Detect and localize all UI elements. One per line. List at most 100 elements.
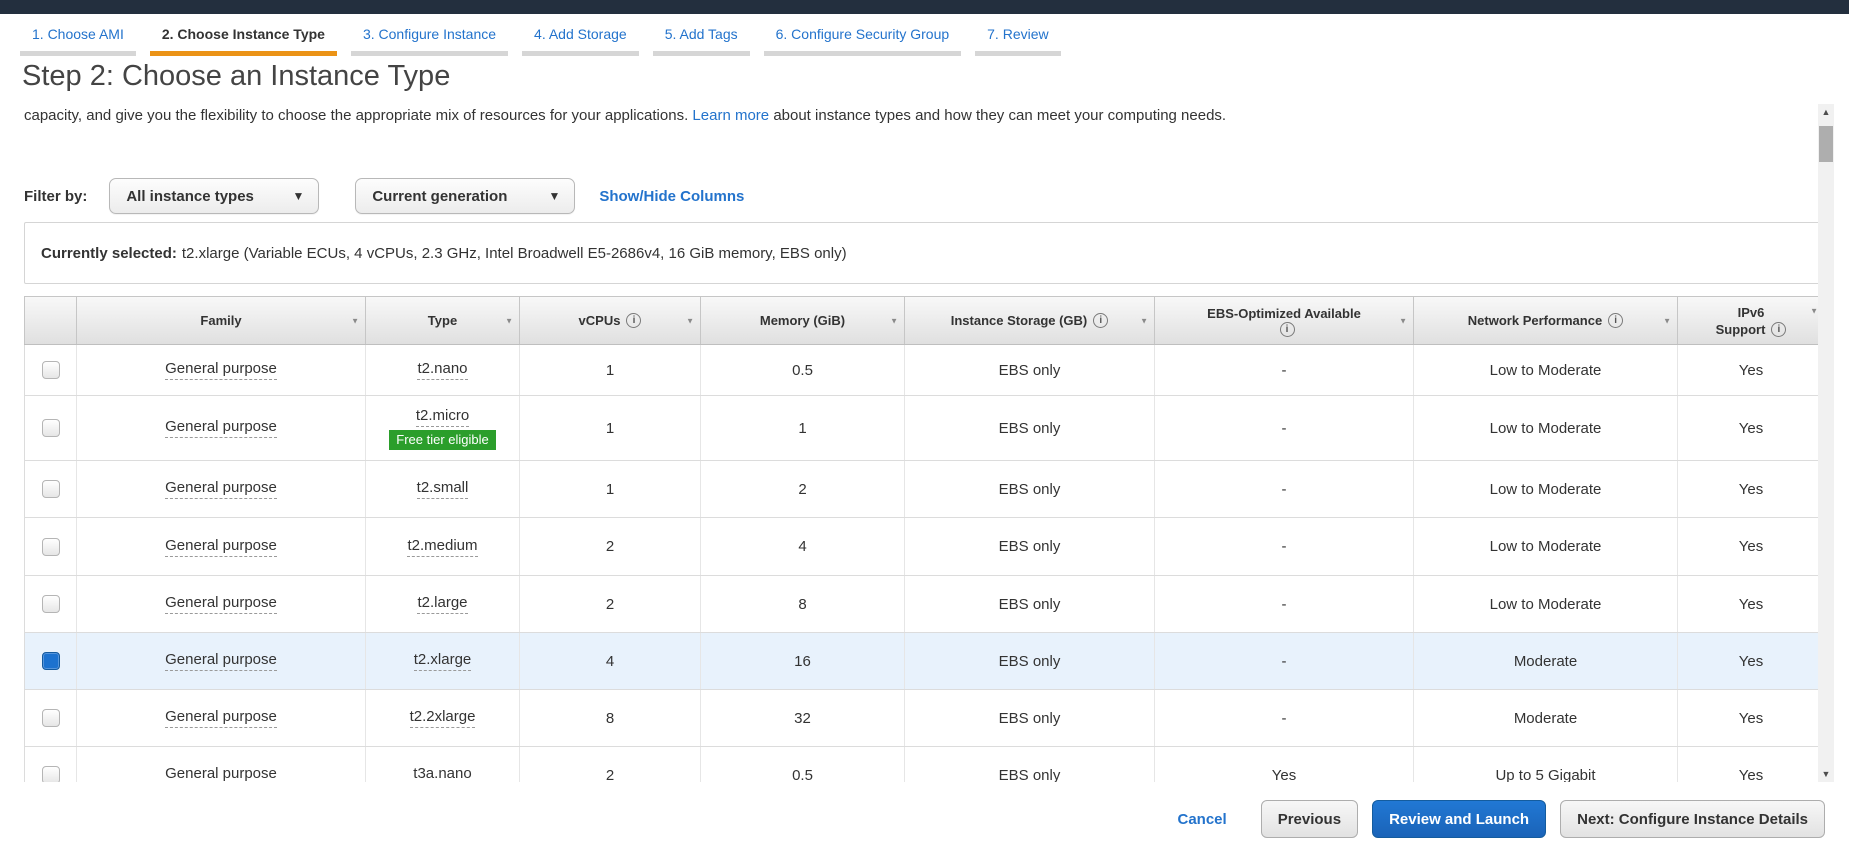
row-select-checkbox[interactable] bbox=[41, 766, 60, 782]
network-value: Up to 5 Gigabit bbox=[1495, 766, 1596, 783]
column-label-line2: Support bbox=[1715, 321, 1766, 337]
table-row-t2.micro: General purpose t2.micro Free tier eligibl… bbox=[24, 396, 1825, 461]
family-label[interactable]: General purpose bbox=[165, 594, 277, 614]
tab-5-add-tags[interactable]: 5. Add Tags bbox=[652, 14, 750, 56]
table-cell-select bbox=[24, 345, 77, 395]
table-cell-type: t2.xlarge bbox=[366, 633, 520, 689]
table-cell-family: General purpose bbox=[77, 345, 366, 395]
family-label[interactable]: General purpose bbox=[165, 765, 277, 782]
family-label[interactable]: General purpose bbox=[165, 708, 277, 728]
column-label: Type bbox=[427, 313, 458, 328]
scrollbar-thumb[interactable] bbox=[1819, 126, 1833, 162]
tab-2-choose-instance-type[interactable]: 2. Choose Instance Type bbox=[149, 14, 337, 56]
column-header-family[interactable]: Family ▼ bbox=[77, 297, 366, 344]
table-cell-ipv6: Yes bbox=[1678, 576, 1825, 632]
table-cell-ebs-optimized: - bbox=[1155, 633, 1414, 689]
info-icon[interactable]: i bbox=[626, 313, 642, 328]
family-label[interactable]: General purpose bbox=[165, 360, 277, 380]
table-cell-vcpus: 2 bbox=[520, 518, 701, 575]
instance-type-label[interactable]: t2.xlarge bbox=[413, 651, 472, 671]
ebs-optimized-value: - bbox=[1281, 595, 1287, 613]
storage-value: EBS only bbox=[998, 652, 1061, 670]
table-cell-family: General purpose bbox=[77, 576, 366, 632]
table-row-t2.small: General purpose t2.small 1 2 EBS only - Low to… bbox=[24, 461, 1825, 518]
family-label[interactable]: General purpose bbox=[165, 651, 277, 671]
row-select-checkbox[interactable] bbox=[41, 537, 60, 556]
ebs-optimized-value: - bbox=[1281, 538, 1287, 555]
sort-arrow-icon: ▼ bbox=[351, 316, 359, 325]
column-label: vCPUs bbox=[578, 313, 621, 328]
description-line2-text: capacity, and give you the flexibility t… bbox=[24, 107, 689, 124]
table-cell-memory: 8 bbox=[701, 576, 905, 632]
row-select-checkbox[interactable] bbox=[41, 419, 60, 437]
family-label[interactable]: General purpose bbox=[165, 537, 277, 557]
table-cell-storage: EBS only bbox=[905, 345, 1155, 395]
column-header-network[interactable]: Network Performance i ▼ bbox=[1414, 297, 1678, 344]
table-row-t2.xlarge: General purpose t2.xlarge 4 16 EBS only - Mode… bbox=[24, 633, 1825, 690]
info-icon[interactable]: i bbox=[1608, 313, 1624, 328]
info-icon[interactable]: i bbox=[1771, 321, 1787, 337]
family-label[interactable]: General purpose bbox=[165, 418, 277, 438]
column-header-storage[interactable]: Instance Storage (GB) i ▼ bbox=[905, 297, 1155, 344]
table-cell-memory: 0.5 bbox=[701, 747, 905, 782]
ebs-optimized-value: - bbox=[1281, 652, 1287, 670]
instance-type-label[interactable]: t3a.nano bbox=[413, 765, 471, 782]
console-top-bar bbox=[0, 0, 1849, 14]
vcpus-value: 2 bbox=[605, 595, 615, 613]
family-label[interactable]: General purpose bbox=[165, 479, 277, 499]
column-header-ebs_optimized[interactable]: EBS-Optimized Available i ▼ bbox=[1155, 297, 1414, 344]
tab-1-choose-ami[interactable]: 1. Choose AMI bbox=[20, 14, 136, 56]
column-header-vcpus[interactable]: vCPUs i ▼ bbox=[520, 297, 701, 344]
next-configure-instance-details-button[interactable]: Next: Configure Instance Details bbox=[1560, 800, 1825, 838]
info-icon[interactable]: i bbox=[1279, 321, 1295, 337]
tab-3-configure-instance[interactable]: 3. Configure Instance bbox=[350, 14, 509, 56]
wizard-footer: Cancel Previous Review and Launch Next: … bbox=[1177, 800, 1825, 838]
learn-more-link[interactable]: Learn more bbox=[692, 107, 769, 124]
instance-type-filter-value: All instance types bbox=[126, 187, 254, 205]
table-cell-network: Low to Moderate bbox=[1414, 518, 1678, 575]
instance-type-label[interactable]: t2.large bbox=[417, 594, 468, 614]
filter-by-label: Filter by: bbox=[24, 187, 88, 205]
table-cell-type: t3a.nano bbox=[366, 747, 520, 782]
row-select-checkbox[interactable] bbox=[41, 361, 60, 379]
review-and-launch-button[interactable]: Review and Launch bbox=[1372, 800, 1547, 838]
generation-filter-dropdown[interactable]: Current generation ▼ bbox=[355, 178, 576, 214]
tab-6-configure-security-group[interactable]: 6. Configure Security Group bbox=[763, 14, 962, 56]
sort-arrow-icon: ▼ bbox=[890, 316, 898, 325]
table-cell-vcpus: 2 bbox=[520, 576, 701, 632]
storage-value: EBS only bbox=[998, 595, 1061, 613]
instance-type-label[interactable]: t2.micro bbox=[415, 407, 470, 427]
instance-type-filter-dropdown[interactable]: All instance types ▼ bbox=[109, 178, 320, 214]
instance-type-label[interactable]: t2.small bbox=[416, 479, 469, 499]
table-row-t2.2xlarge: General purpose t2.2xlarge 8 32 EBS only - Mod… bbox=[24, 690, 1825, 747]
table-cell-ebs-optimized: - bbox=[1155, 576, 1414, 632]
tab-7-review[interactable]: 7. Review bbox=[975, 14, 1061, 56]
row-select-checkbox[interactable] bbox=[41, 652, 60, 670]
previous-button[interactable]: Previous bbox=[1260, 800, 1359, 838]
column-header-type[interactable]: Type ▼ bbox=[366, 297, 520, 344]
table-cell-select bbox=[24, 747, 77, 782]
tab-4-add-storage[interactable]: 4. Add Storage bbox=[522, 14, 639, 56]
show-hide-columns-link[interactable]: Show/Hide Columns bbox=[599, 188, 744, 205]
cancel-link[interactable]: Cancel bbox=[1177, 811, 1226, 828]
vertical-scrollbar[interactable]: ▲ ▼ bbox=[1818, 104, 1834, 782]
instance-type-label[interactable]: t2.nano bbox=[417, 360, 468, 380]
column-header-memory[interactable]: Memory (GiB) ▼ bbox=[701, 297, 905, 344]
table-cell-family: General purpose bbox=[77, 690, 366, 746]
instance-type-label[interactable]: t2.2xlarge bbox=[409, 708, 476, 728]
row-select-checkbox[interactable] bbox=[41, 480, 60, 498]
table-cell-type: t2.large bbox=[366, 576, 520, 632]
column-header-ipv6[interactable]: IPv6 Support i ▼ bbox=[1678, 297, 1825, 344]
column-label: Family bbox=[200, 313, 242, 328]
row-select-checkbox[interactable] bbox=[41, 709, 60, 727]
table-cell-select bbox=[24, 518, 77, 575]
ipv6-value: Yes bbox=[1738, 766, 1764, 783]
table-cell-select bbox=[24, 690, 77, 746]
table-cell-family: General purpose bbox=[77, 633, 366, 689]
scroll-down-icon[interactable]: ▼ bbox=[1822, 769, 1831, 779]
row-select-checkbox[interactable] bbox=[41, 595, 60, 613]
instance-type-label[interactable]: t2.medium bbox=[407, 537, 478, 557]
storage-value: EBS only bbox=[998, 419, 1061, 437]
info-icon[interactable]: i bbox=[1093, 313, 1109, 328]
ipv6-value: Yes bbox=[1738, 595, 1764, 613]
